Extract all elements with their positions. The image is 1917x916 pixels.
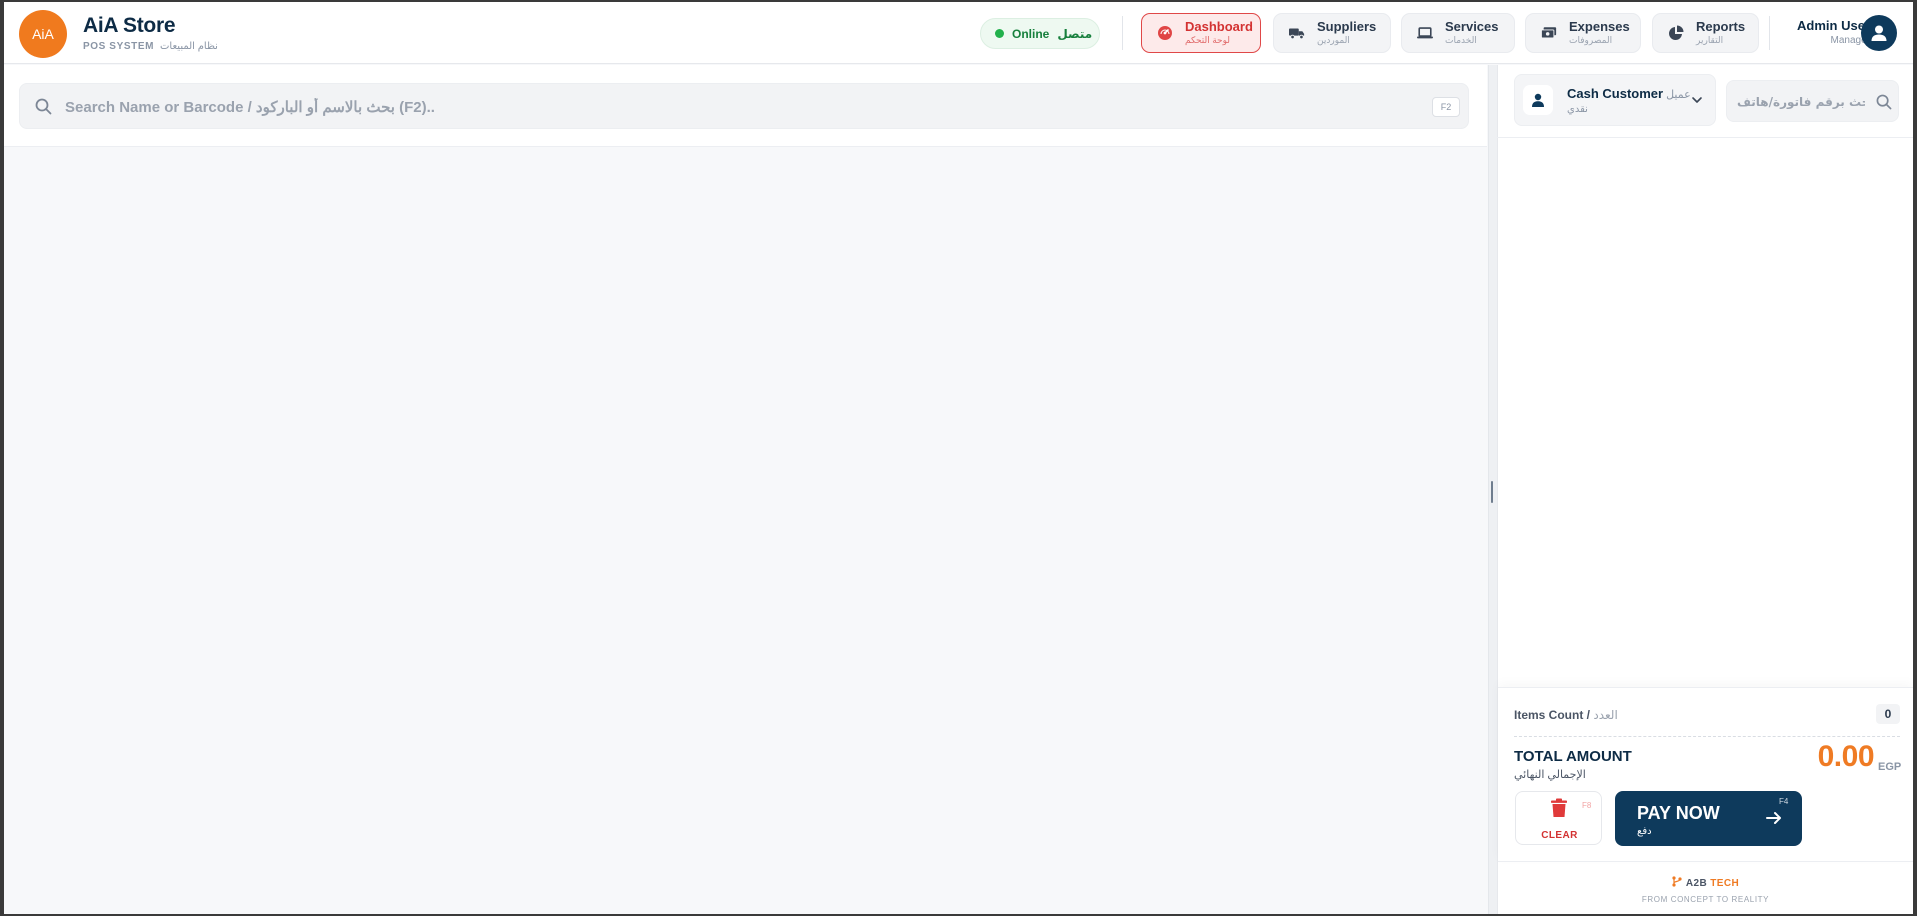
pay-shortcut-badge: F4 xyxy=(1779,797,1789,806)
user-icon xyxy=(1871,25,1887,41)
user-avatar[interactable] xyxy=(1861,15,1897,51)
nav-reports-label: Reports xyxy=(1696,19,1746,35)
clear-label: CLEAR xyxy=(1541,830,1578,841)
user-role: Manager xyxy=(1830,35,1870,46)
app-window: AiA AiA Store POS SYSTEM نظام المبيعات On… xyxy=(4,2,1913,914)
pay-now-label: PAY NOW xyxy=(1637,803,1720,823)
arrow-right-icon xyxy=(1765,810,1783,831)
clear-cart-button[interactable]: F8 CLEAR xyxy=(1515,791,1602,845)
product-search-input[interactable] xyxy=(65,94,1365,120)
search-icon xyxy=(1876,94,1892,115)
online-status-badge: Online متصل xyxy=(980,18,1100,49)
nav-services-label: Services xyxy=(1445,19,1499,35)
invoice-search-box xyxy=(1726,80,1899,122)
items-count-label-en: Items Count xyxy=(1514,708,1584,722)
laptop-icon xyxy=(1417,25,1433,41)
resize-grip[interactable] xyxy=(1491,481,1493,503)
branch-icon xyxy=(1672,876,1682,887)
footer-brand: A2B TECH xyxy=(1498,876,1913,889)
nav-dashboard-label: Dashboard xyxy=(1185,19,1253,35)
items-count-value: 0 xyxy=(1876,704,1900,724)
customer-select[interactable]: Cash Customer عميل نقدي xyxy=(1514,74,1716,126)
status-label-ar: متصل xyxy=(1057,26,1093,41)
clear-shortcut-badge: F8 xyxy=(1582,801,1592,810)
customer-name-ar: عميل xyxy=(1666,89,1691,101)
header-divider xyxy=(1769,16,1770,50)
cart-items-list xyxy=(1498,139,1913,687)
nav-suppliers-button[interactable]: Suppliers الموردين xyxy=(1273,13,1391,53)
nav-expenses-button[interactable]: Expenses المصروفات xyxy=(1525,13,1641,53)
chevron-down-icon xyxy=(1691,93,1703,111)
footer-divider xyxy=(1498,861,1913,862)
pay-now-sub: دفع xyxy=(1637,826,1652,837)
customer-user-icon xyxy=(1523,85,1553,115)
nav-suppliers-sub: الموردين xyxy=(1317,35,1350,46)
brand-subtitle: POS SYSTEM نظام المبيعات xyxy=(83,41,218,52)
status-dot-icon xyxy=(995,29,1004,38)
summary-divider xyxy=(1514,736,1900,737)
speedometer-icon xyxy=(1157,25,1173,41)
customer-name: Cash Customer عميل xyxy=(1567,86,1691,101)
brand-subtitle-en: POS SYSTEM xyxy=(83,41,155,52)
nav-services-button[interactable]: Services الخدمات xyxy=(1401,13,1515,53)
brand-subtitle-ar: نظام المبيعات xyxy=(160,41,218,52)
trash-icon xyxy=(1550,798,1568,823)
footer-tagline: FROM CONCEPT TO REALITY xyxy=(1641,895,1770,904)
truck-icon xyxy=(1289,25,1305,41)
total-amount-value: 0.00 xyxy=(1817,740,1875,773)
invoice-search-input[interactable] xyxy=(1737,90,1865,114)
money-icon xyxy=(1541,25,1557,41)
footer-brand-a: A2B xyxy=(1685,878,1708,889)
nav-services-sub: الخدمات xyxy=(1445,35,1477,46)
nav-expenses-label: Expenses xyxy=(1569,19,1630,35)
brand-name: AiA Store xyxy=(83,14,176,37)
nav-reports-sub: التقارير xyxy=(1696,35,1724,46)
nav-dashboard-button[interactable]: Dashboard لوحة التحكم xyxy=(1141,13,1261,53)
status-label: Online xyxy=(1012,26,1050,41)
product-search-box: F2 xyxy=(19,83,1469,129)
items-count-label: Items Count / العدد xyxy=(1514,708,1618,722)
nav-dashboard-sub: لوحة التحكم xyxy=(1185,35,1231,46)
brand-logo: AiA xyxy=(19,10,67,58)
header-divider xyxy=(1122,16,1123,50)
items-count-label-ar: العدد xyxy=(1593,708,1618,722)
nav-reports-button[interactable]: Reports التقارير xyxy=(1652,13,1759,53)
total-amount-label: TOTAL AMOUNT xyxy=(1514,748,1632,765)
customer-name-en: Cash Customer xyxy=(1567,86,1664,101)
pie-chart-icon xyxy=(1668,25,1684,41)
total-amount-label-ar: الإجمالي النهائي xyxy=(1514,769,1586,781)
currency-label: EGP xyxy=(1878,761,1902,773)
nav-suppliers-label: Suppliers xyxy=(1317,19,1377,35)
search-shortcut-badge: F2 xyxy=(1432,97,1460,117)
user-name: Admin User xyxy=(1797,18,1870,33)
footer-brand-b: TECH xyxy=(1710,878,1740,889)
nav-expenses-sub: المصروفات xyxy=(1569,35,1613,46)
products-grid xyxy=(4,148,1487,914)
pay-now-button[interactable]: PAY NOW دفع F4 xyxy=(1615,791,1802,846)
customer-type: نقدي xyxy=(1567,104,1588,115)
search-icon xyxy=(35,98,52,120)
